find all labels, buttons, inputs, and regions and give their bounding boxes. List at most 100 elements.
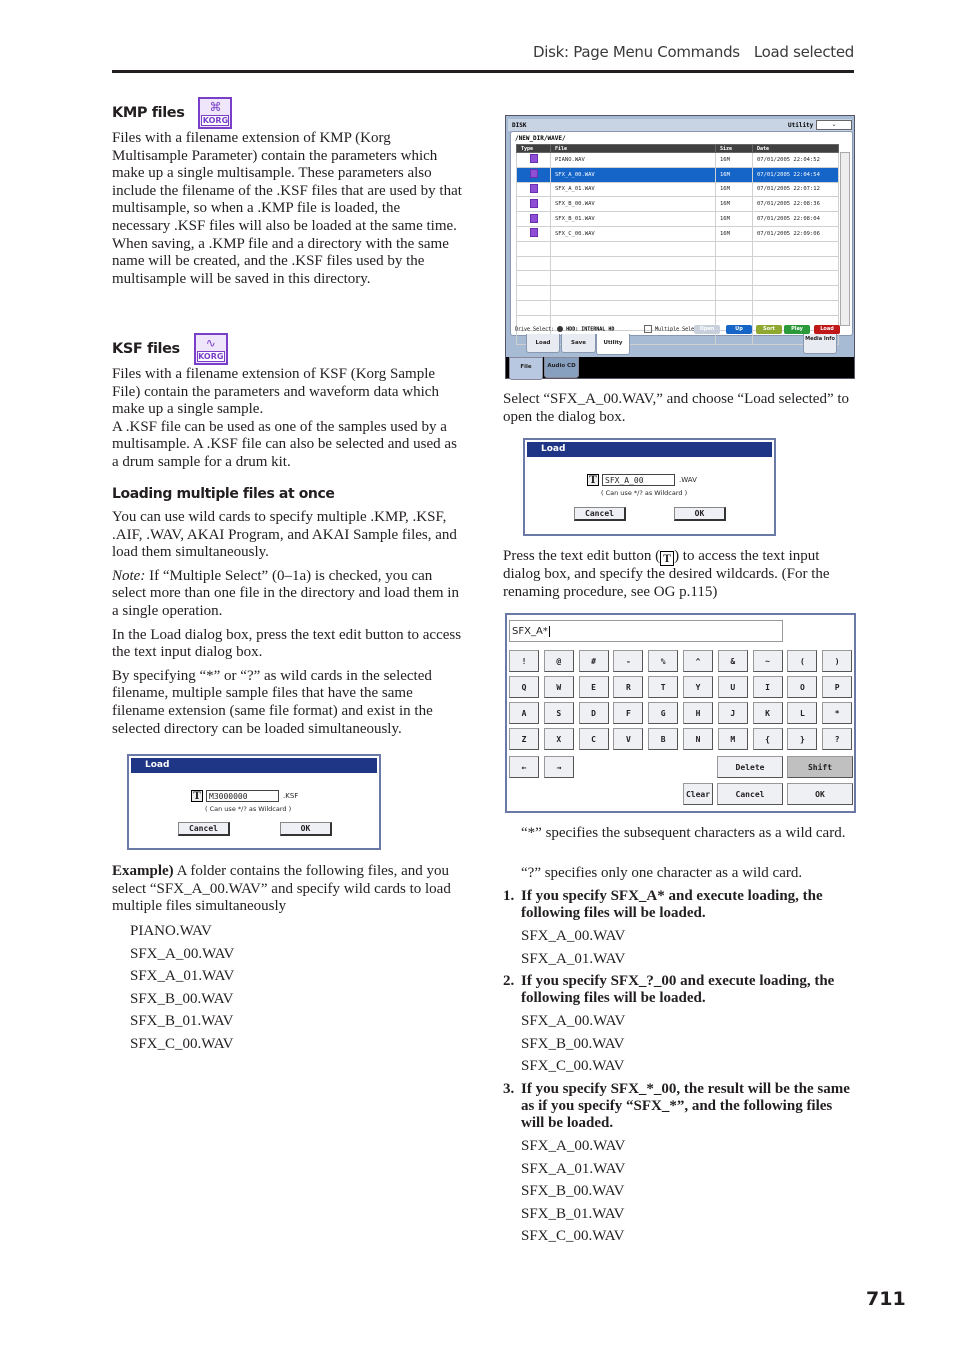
ok-button[interactable]: OK (787, 783, 853, 805)
drive-select-button[interactable] (557, 326, 564, 332)
table-row[interactable]: SFX_A_00.WAV 16M 07/01/2005 22:04:54 (516, 166, 839, 183)
text-edit-button[interactable]: T (587, 474, 599, 486)
key[interactable]: H (683, 702, 713, 724)
table-row[interactable]: PIANO.WAV 16M 07/01/2005 22:04:52 (516, 152, 839, 168)
key[interactable]: V (613, 728, 644, 750)
column-header[interactable]: Type (516, 144, 551, 153)
wave-file-icon (529, 213, 538, 223)
load-button[interactable]: Load (814, 325, 840, 334)
key[interactable]: X (543, 728, 574, 750)
table-row[interactable]: SFX_B_00.WAV 16M 07/01/2005 22:08:36 (516, 196, 839, 213)
cell-date: 07/01/2005 22:07:12 (752, 181, 839, 198)
key[interactable]: W (543, 676, 574, 698)
table-row[interactable]: SFX_C_00.WAV 16M 07/01/2005 22:09:06 (516, 225, 839, 242)
table-row[interactable] (516, 299, 839, 316)
table-row[interactable] (516, 285, 839, 301)
column-header[interactable]: Date (752, 144, 839, 153)
key[interactable]: ) (822, 650, 853, 672)
key[interactable]: G (648, 702, 679, 724)
filename-input[interactable]: SFX_A_00 (602, 474, 675, 486)
tab-file[interactable]: File (509, 357, 543, 380)
up-button[interactable]: Up (726, 325, 752, 334)
table-row[interactable]: SFX_B_01.WAV 16M 07/01/2005 22:08:04 (516, 211, 839, 227)
key[interactable]: Y (683, 676, 713, 698)
key[interactable]: O (787, 676, 818, 698)
key[interactable]: % (648, 650, 679, 672)
key[interactable]: E (578, 676, 609, 698)
key[interactable]: { (752, 728, 783, 750)
key[interactable]: L (787, 702, 818, 724)
question-description: “?” specifies only one character as a wi… (521, 865, 803, 881)
key[interactable]: } (787, 728, 818, 750)
cell-file: SFX_B_01.WAV (550, 211, 716, 227)
key[interactable]: ! (509, 650, 539, 672)
media-info-button[interactable]: Media Info (803, 334, 837, 354)
ok-button[interactable]: OK (674, 507, 726, 521)
utility-menu-button[interactable]: ⌄ (816, 120, 852, 130)
case-number: 2. (503, 973, 515, 989)
cancel-button[interactable]: Cancel (178, 822, 230, 836)
key[interactable]: B (648, 728, 679, 750)
tab-save[interactable]: Save (561, 334, 596, 353)
play-button[interactable]: Play (784, 325, 810, 334)
key[interactable]: ~ (752, 650, 783, 672)
sort-button[interactable]: Sort (756, 325, 782, 334)
tab-audio-cd[interactable]: Audio CD (544, 357, 579, 378)
text-input-field[interactable]: SFX_A* (509, 620, 783, 642)
table-row[interactable] (516, 240, 839, 257)
example-label: Example) (112, 863, 174, 879)
ksf-section: KSF files ∿ KORG Files with a filename ex… (112, 332, 462, 472)
list-item: PIANO.WAV (130, 923, 212, 939)
text-edit-button[interactable]: T (191, 790, 203, 802)
tab-load[interactable]: Load (526, 334, 560, 353)
table-row[interactable]: SFX_A_01.WAV 16M 07/01/2005 22:07:12 (516, 181, 839, 198)
key[interactable]: R (613, 676, 644, 698)
key[interactable]: ( (787, 650, 818, 672)
list-item: SFX_B_00.WAV (521, 1035, 625, 1052)
key[interactable]: T (648, 676, 679, 698)
cursor-left-key[interactable]: ← (509, 756, 539, 778)
key[interactable]: # (578, 650, 609, 672)
key[interactable]: U (717, 676, 748, 698)
key[interactable]: C (578, 728, 609, 750)
key[interactable]: N (683, 728, 713, 750)
key[interactable]: I (752, 676, 783, 698)
key[interactable]: - (613, 650, 644, 672)
key[interactable]: K (752, 702, 783, 724)
key[interactable]: F (613, 702, 644, 724)
open-button[interactable]: Open (694, 325, 720, 334)
cell-file: SFX_C_00.WAV (550, 225, 716, 242)
shift-key[interactable]: Shift (787, 756, 853, 778)
key[interactable]: Q (509, 676, 539, 698)
key[interactable]: ? (822, 728, 853, 750)
key[interactable]: Z (509, 728, 539, 750)
kmp-body-2: When saving, a .KMP file and a directory… (112, 235, 449, 287)
key[interactable]: P (822, 676, 853, 698)
delete-key[interactable]: Delete (717, 756, 783, 778)
korg-multisample-icon: ⌘ KORG (198, 97, 233, 129)
column-header[interactable]: File (550, 144, 716, 153)
cancel-button[interactable]: Cancel (717, 783, 783, 805)
scrollbar[interactable] (840, 152, 850, 326)
tab-utility[interactable]: Utility (596, 334, 630, 355)
key[interactable]: @ (543, 650, 574, 672)
key[interactable]: M (717, 728, 748, 750)
table-row[interactable] (516, 270, 839, 287)
key[interactable]: & (717, 650, 748, 672)
column-header[interactable]: Size (715, 144, 753, 153)
key[interactable]: ^ (683, 650, 713, 672)
key[interactable]: D (578, 702, 609, 724)
cursor-right-key[interactable]: → (544, 756, 574, 778)
key[interactable]: A (509, 702, 539, 724)
table-row[interactable] (516, 255, 839, 272)
clear-button[interactable]: Clear (683, 783, 713, 805)
ok-button[interactable]: OK (280, 822, 332, 836)
key[interactable]: J (717, 702, 748, 724)
key[interactable]: * (822, 702, 853, 724)
key[interactable]: S (543, 702, 574, 724)
filename-input[interactable]: M3000000 (206, 790, 279, 802)
text-edit-icon: T (660, 551, 675, 566)
cancel-button[interactable]: Cancel (574, 507, 626, 521)
multiple-select-checkbox[interactable] (644, 325, 652, 333)
file-panel: /NEW_DIR/WAVE/ Type File Size Date PIANO… (510, 131, 853, 346)
